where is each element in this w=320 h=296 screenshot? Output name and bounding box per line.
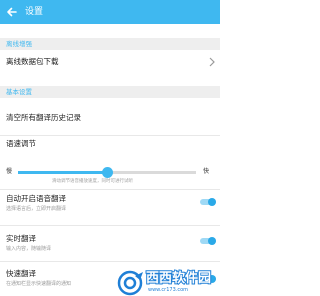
speed-max-label: 快 <box>203 168 210 175</box>
speech-speed-label: 语速调节 <box>6 139 36 148</box>
realtime-translate-subtitle: 输入内容，随输随译 <box>6 246 52 252</box>
chevron-right-icon <box>209 57 215 67</box>
section-header-offline: 离线增强 <box>0 38 220 50</box>
realtime-translate-title: 实时翻译 <box>6 234 36 243</box>
page-title: 设置 <box>25 7 44 17</box>
back-arrow-icon[interactable] <box>4 4 20 20</box>
auto-speak-toggle[interactable] <box>200 198 216 206</box>
auto-speak-title: 自动开启语音翻译 <box>6 194 66 203</box>
auto-speak-subtitle: 选择语言后，立即开启翻译 <box>6 206 67 212</box>
watermark-url: www.cr173.com <box>148 287 189 293</box>
clear-history-row[interactable]: 清空所有翻译历史记录 <box>0 98 220 134</box>
section-header-label: 离线增强 <box>6 40 32 48</box>
speed-min-label: 慢 <box>6 168 13 175</box>
watermark-text: 西西软件园 <box>145 270 212 287</box>
site-watermark: 西西软件园 www.cr173.com <box>116 270 220 296</box>
offline-package-download-row[interactable]: 离线数据包下载 <box>0 50 220 74</box>
app-bar: 设置 <box>0 0 220 24</box>
speech-speed-note: 滑动调节语音播放速度，同时可进行试听 <box>52 179 133 184</box>
toggle-knob <box>208 237 216 245</box>
quick-translate-subtitle: 在通知栏显示快速翻译的通知 <box>6 281 72 287</box>
realtime-translate-toggle[interactable] <box>200 237 216 245</box>
offline-package-download-label: 离线数据包下载 <box>6 57 59 66</box>
auto-speak-row: 自动开启语音翻译 选择语言后，立即开启翻译 <box>0 190 220 224</box>
clear-history-label: 清空所有翻译历史记录 <box>6 113 81 122</box>
watermark-logo-icon <box>117 270 143 296</box>
realtime-translate-row: 实时翻译 输入内容，随输随译 <box>0 226 220 260</box>
speech-speed-slider-thumb[interactable] <box>101 167 113 178</box>
section-header-basic: 基本设置 <box>0 86 220 98</box>
section-header-label: 基本设置 <box>6 88 32 96</box>
speech-speed-slider-fill <box>18 171 107 174</box>
toggle-knob <box>208 198 216 206</box>
quick-translate-title: 快速翻译 <box>6 269 36 278</box>
